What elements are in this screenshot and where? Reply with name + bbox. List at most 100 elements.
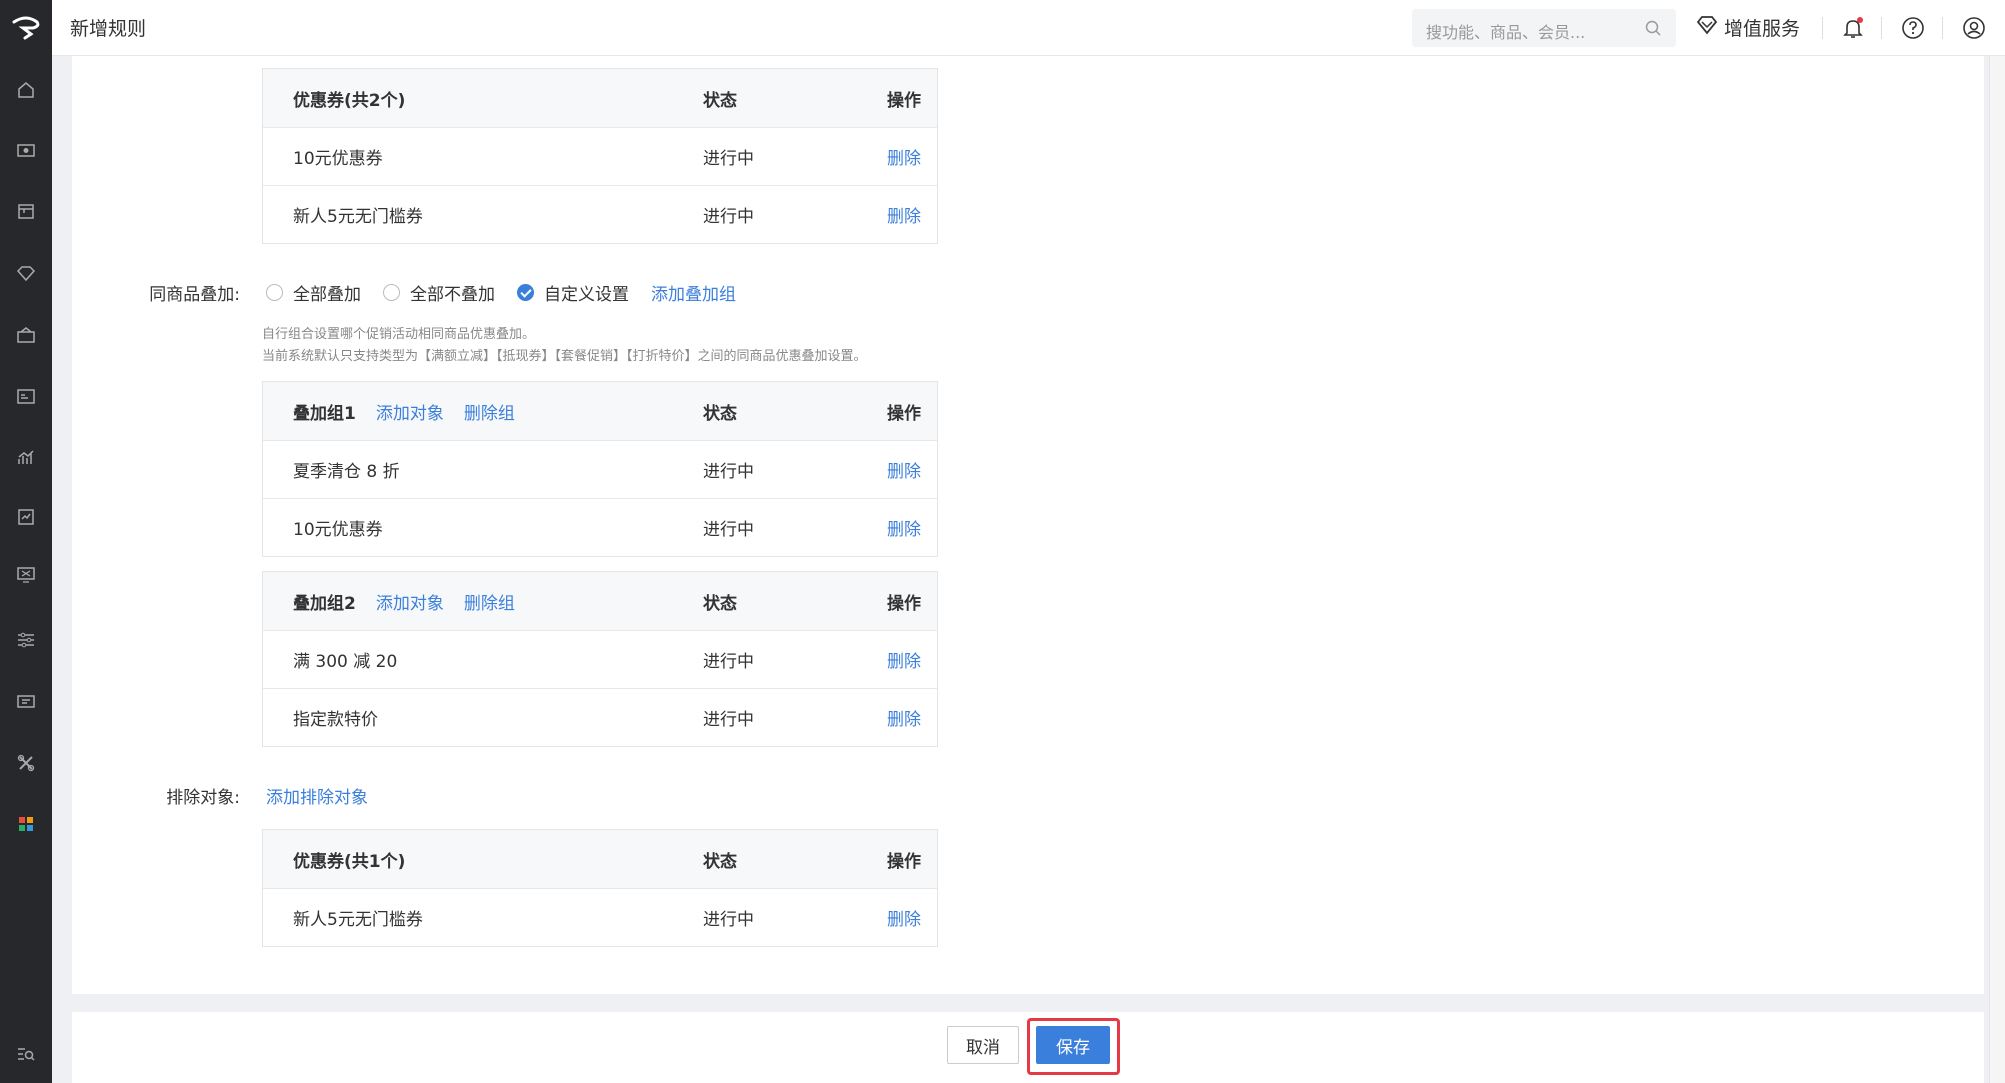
diamond-icon: [1696, 15, 1718, 40]
apps-icon[interactable]: [14, 812, 38, 836]
help-icon[interactable]: [1899, 14, 1927, 42]
delete-link[interactable]: 删除: [887, 144, 921, 169]
table-row: 指定款特价 进行中 删除: [263, 688, 937, 746]
radio-stack-custom[interactable]: 自定义设置: [517, 280, 629, 305]
message-icon[interactable]: [14, 690, 38, 714]
table-header: 叠加组1 添加对象 删除组 状态 操作: [263, 382, 937, 440]
stacking-radio-group: 全部叠加 全部不叠加 自定义设置 添加叠加组: [266, 280, 736, 305]
divider: [1822, 17, 1823, 39]
coupon-name: 新人5元无门槛券: [293, 910, 423, 930]
radio-stack-all[interactable]: 全部叠加: [266, 280, 361, 305]
delete-link[interactable]: 删除: [887, 905, 921, 930]
coupon-name: 新人5元无门槛券: [293, 207, 423, 227]
delete-link[interactable]: 删除: [887, 202, 921, 227]
table-row: 夏季清仓 8 折 进行中 删除: [263, 440, 937, 498]
home-icon[interactable]: [14, 78, 38, 102]
exclude-table: 优惠券(共1个) 状态 操作 新人5元无门槛券 进行中 删除: [262, 829, 938, 947]
table-header: 优惠券(共2个) 状态 操作: [263, 69, 937, 127]
search-icon[interactable]: [1644, 19, 1662, 41]
promo-status: 进行中: [703, 710, 754, 730]
radio-circle[interactable]: [266, 284, 283, 301]
coupon-count-header: 优惠券(共2个): [293, 90, 406, 111]
add-object-link[interactable]: 添加对象: [376, 589, 444, 614]
action-header: 操作: [887, 403, 921, 424]
tools-icon[interactable]: [14, 751, 38, 775]
coupon-count-header: 优惠券(共1个): [293, 851, 406, 872]
delete-group-link[interactable]: 删除组: [464, 589, 515, 614]
radio-label: 自定义设置: [544, 285, 629, 305]
radio-label: 全部叠加: [293, 285, 361, 305]
coupon-name: 10元优惠券: [293, 149, 383, 169]
promo-name: 10元优惠券: [293, 520, 383, 540]
stack-group-1-table: 叠加组1 添加对象 删除组 状态 操作 夏季清仓 8 折 进行中 删除 10元优…: [262, 381, 938, 557]
promo-name: 指定款特价: [293, 710, 378, 730]
stacking-label: 同商品叠加:: [149, 285, 240, 305]
table-header: 叠加组2 添加对象 删除组 状态 操作: [263, 572, 937, 630]
app-logo[interactable]: [0, 0, 52, 56]
page-title: 新增规则: [70, 18, 147, 40]
scrollbar[interactable]: [1989, 56, 2005, 1083]
radio-label: 全部不叠加: [410, 285, 495, 305]
status-header: 状态: [703, 593, 737, 614]
add-object-link[interactable]: 添加对象: [376, 399, 444, 424]
marketing-icon[interactable]: [14, 323, 38, 347]
action-header: 操作: [887, 90, 921, 111]
radio-circle[interactable]: [383, 284, 400, 301]
table-row: 新人5元无门槛券 进行中 删除: [263, 888, 937, 946]
diamond-icon[interactable]: [14, 261, 38, 285]
delete-link[interactable]: 删除: [887, 647, 921, 672]
search-list-icon[interactable]: [14, 1042, 38, 1066]
chart-icon[interactable]: [14, 445, 38, 469]
promo-status: 进行中: [703, 652, 754, 672]
stacking-hint: 当前系统默认只支持类型为【满额立减】【抵现券】【套餐促销】【打折特价】之间的同商…: [262, 349, 867, 364]
exclude-label: 排除对象:: [166, 788, 240, 808]
member-card-icon[interactable]: [14, 384, 38, 408]
sidebar: [0, 0, 52, 1083]
table-row: 满 300 减 20 进行中 删除: [263, 630, 937, 688]
radio-stack-none[interactable]: 全部不叠加: [383, 280, 495, 305]
save-button[interactable]: 保存: [1036, 1026, 1110, 1064]
add-exclude-object-link[interactable]: 添加排除对象: [266, 783, 368, 808]
status-header: 状态: [703, 851, 737, 872]
top-bar: 新增规则 搜功能、商品、会员... 增值服务: [52, 0, 2005, 56]
stack-group-2-table: 叠加组2 添加对象 删除组 状态 操作 满 300 减 20 进行中 删除 指定…: [262, 571, 938, 747]
coupon-status: 进行中: [703, 149, 754, 169]
group-name: 叠加组2: [293, 593, 356, 614]
status-header: 状态: [703, 403, 737, 424]
table-row: 10元优惠券 进行中 删除: [263, 127, 937, 185]
divider: [1942, 17, 1943, 39]
coupon-status: 进行中: [703, 910, 754, 930]
settings-sliders-icon[interactable]: [14, 628, 38, 652]
finance-icon[interactable]: [14, 563, 38, 587]
value-added-label: 增值服务: [1724, 18, 1801, 40]
table-header: 优惠券(共1个) 状态 操作: [263, 830, 937, 888]
search-input[interactable]: 搜功能、商品、会员...: [1412, 9, 1676, 47]
promo-status: 进行中: [703, 520, 754, 540]
add-stack-group-link[interactable]: 添加叠加组: [651, 280, 736, 305]
report-icon[interactable]: [14, 505, 38, 529]
bell-icon[interactable]: [1839, 14, 1867, 42]
delete-link[interactable]: 删除: [887, 705, 921, 730]
promo-name: 夏季清仓 8 折: [293, 462, 400, 482]
value-added-service-button[interactable]: 增值服务: [1696, 14, 1800, 41]
cancel-button[interactable]: 取消: [947, 1026, 1019, 1064]
store-icon[interactable]: [14, 199, 38, 223]
delete-link[interactable]: 删除: [887, 457, 921, 482]
divider: [1881, 17, 1882, 39]
delete-group-link[interactable]: 删除组: [464, 399, 515, 424]
coupon-table: 优惠券(共2个) 状态 操作 10元优惠券 进行中 删除 新人5元无门槛券 进行…: [262, 68, 938, 244]
action-header: 操作: [887, 593, 921, 614]
delete-link[interactable]: 删除: [887, 515, 921, 540]
stacking-hint: 自行组合设置哪个促销活动相同商品优惠叠加。: [262, 327, 536, 342]
radio-circle-checked[interactable]: [517, 284, 534, 301]
user-avatar-icon[interactable]: [1960, 14, 1988, 42]
money-icon[interactable]: [14, 138, 38, 162]
status-header: 状态: [703, 90, 737, 111]
search-placeholder: 搜功能、商品、会员...: [1426, 23, 1586, 42]
coupon-status: 进行中: [703, 207, 754, 227]
group-name: 叠加组1: [293, 403, 356, 424]
action-header: 操作: [887, 851, 921, 872]
promo-name: 满 300 减 20: [293, 652, 398, 672]
table-row: 新人5元无门槛券 进行中 删除: [263, 185, 937, 243]
table-row: 10元优惠券 进行中 删除: [263, 498, 937, 556]
